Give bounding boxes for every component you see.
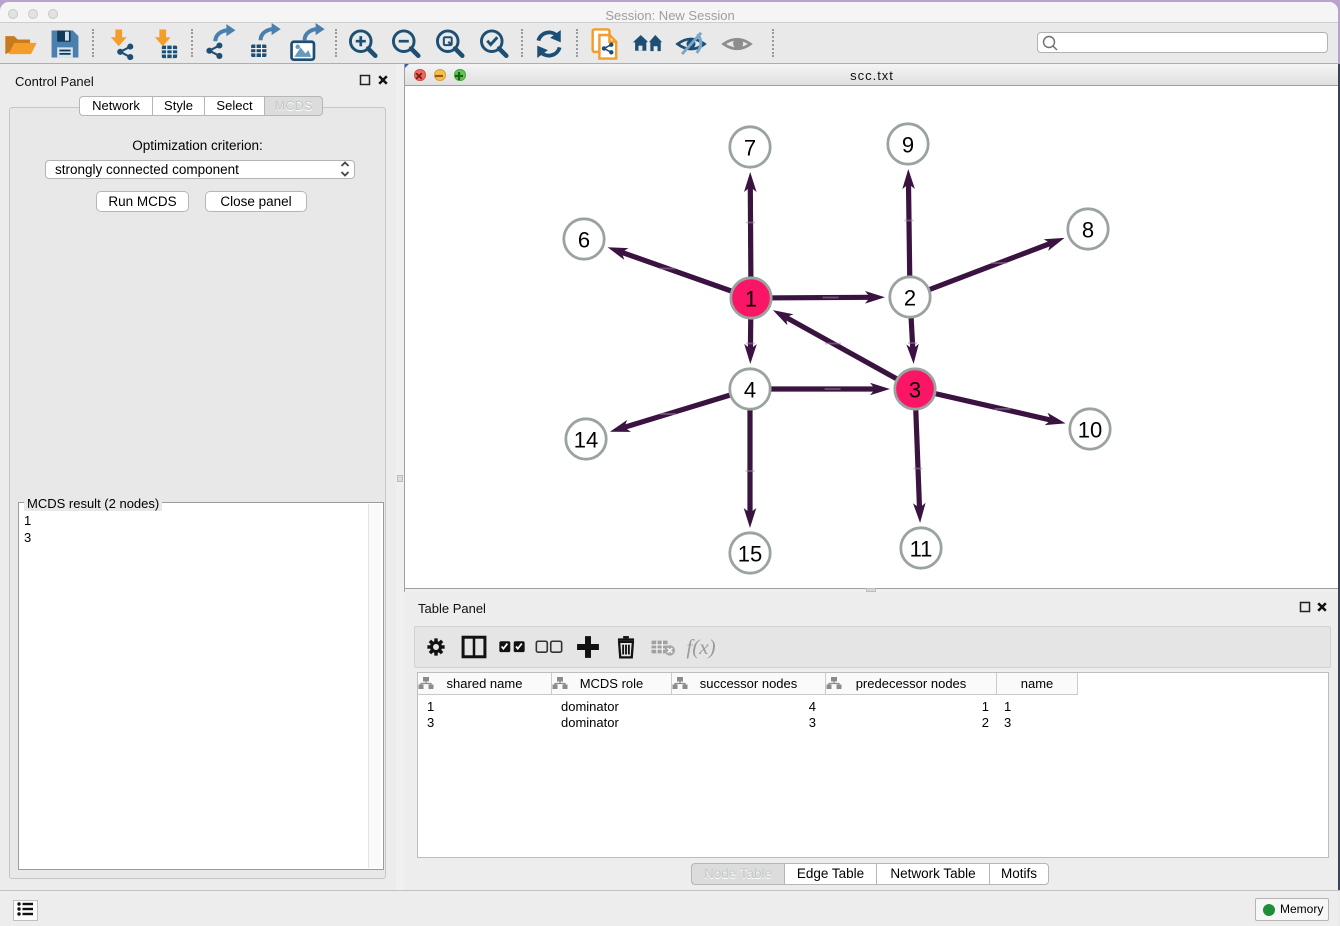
- svg-text:2: 2: [904, 286, 916, 311]
- svg-text:1: 1: [745, 287, 757, 312]
- svg-text:14: 14: [574, 428, 598, 453]
- svg-text:10: 10: [1078, 418, 1102, 443]
- svg-text:8: 8: [1082, 218, 1094, 243]
- svg-text:7: 7: [744, 136, 756, 161]
- svg-text:15: 15: [738, 542, 762, 567]
- svg-text:6: 6: [578, 228, 590, 253]
- svg-text:11: 11: [910, 537, 933, 562]
- svg-text:4: 4: [744, 378, 756, 403]
- svg-text:Close panel: Close panel: [220, 194, 291, 209]
- svg-text:3: 3: [909, 378, 921, 403]
- svg-text:Run MCDS: Run MCDS: [108, 194, 176, 209]
- svg-text:9: 9: [902, 133, 914, 158]
